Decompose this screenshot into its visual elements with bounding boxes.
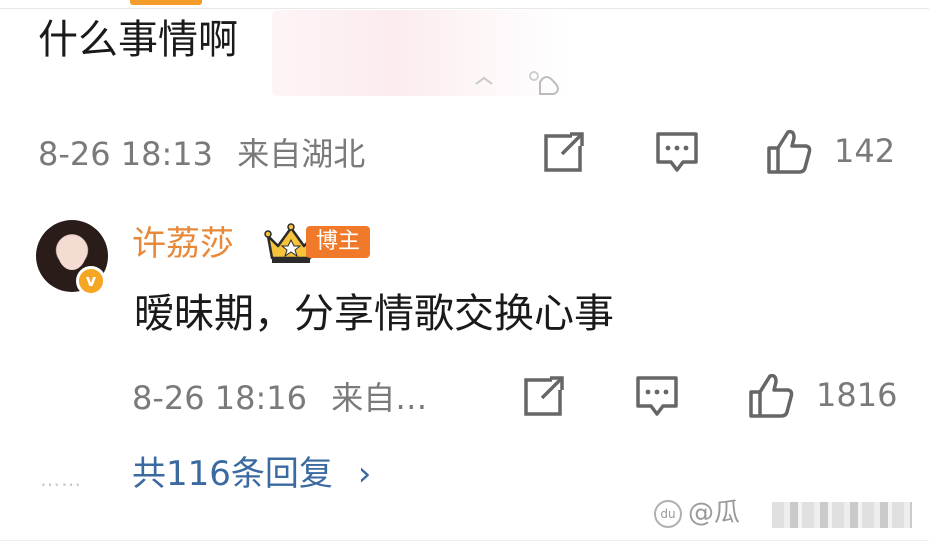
comment-time: 8-26 18:13 (38, 135, 214, 173)
reply-location: 来自… (331, 379, 428, 417)
comment-share-button[interactable] (542, 132, 586, 174)
chevron-right-icon: › (357, 454, 372, 494)
share-icon (544, 132, 584, 172)
view-replies-link[interactable]: 共116条回复 › (132, 452, 371, 496)
comment-location: 来自湖北 (237, 135, 366, 173)
reply-text: 暧昧期，分享情歌交换心事 (134, 291, 614, 337)
reply-like-button[interactable]: 1816 (748, 372, 897, 418)
comment-reply-button[interactable] (656, 132, 698, 174)
comment-like-count: 142 (834, 132, 896, 170)
reply-meta: 8-26 18:16 来自… (132, 378, 427, 418)
divider (0, 8, 929, 9)
reply-time: 8-26 18:16 (132, 379, 308, 417)
watermark-logo: du (654, 500, 682, 528)
comment-text: 什么事情啊 (38, 17, 238, 63)
reply-share-button[interactable] (522, 376, 566, 418)
comment-like-button[interactable]: 142 (766, 128, 895, 174)
reply-username[interactable]: 许荔莎 (132, 222, 234, 266)
comment-meta: 8-26 18:13 来自湖北 (38, 134, 365, 174)
reply-like-count: 1816 (816, 376, 898, 414)
reply-comment-button[interactable] (636, 376, 678, 418)
watermark-mosaic (772, 502, 912, 528)
previous-badge-edge (130, 0, 202, 5)
thumbs-up-icon (767, 129, 812, 174)
divider (0, 540, 929, 541)
thumbs-up-icon (749, 373, 794, 418)
doodle-image (475, 71, 559, 95)
replies-count-label: 共116条回复 (132, 454, 333, 494)
blogger-badge: 博主 (306, 226, 371, 258)
thread-dots: ⋯⋯ (40, 472, 82, 496)
watermark-text: @瓜 (688, 498, 741, 528)
watermark: du @瓜 (654, 494, 919, 534)
comment-icon (636, 376, 678, 416)
comment-icon (656, 132, 698, 172)
share-icon (524, 376, 564, 416)
verified-badge: v (76, 266, 106, 296)
